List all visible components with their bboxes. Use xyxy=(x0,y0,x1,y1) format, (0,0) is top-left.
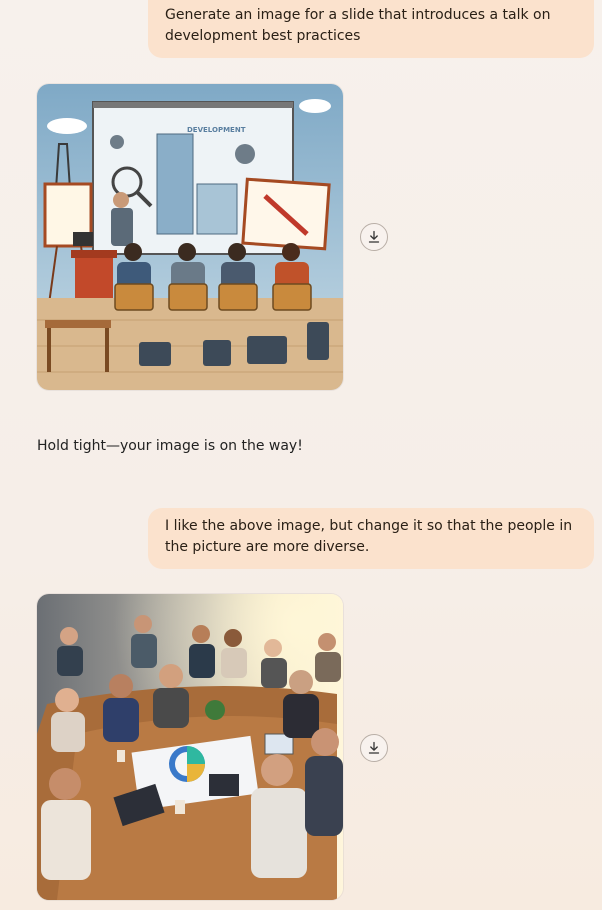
download-icon xyxy=(368,230,380,243)
download-button-image-2[interactable] xyxy=(360,734,388,762)
slide-title-text: DEVELOPMENT xyxy=(187,126,246,134)
classroom-illustration: DEVELOPMENT xyxy=(37,84,343,390)
user-message-2: I like the above image, but change it so… xyxy=(148,508,594,569)
user-message-1: Generate an image for a slide that intro… xyxy=(148,0,594,58)
download-button-image-1[interactable] xyxy=(360,223,388,251)
user-message-2-text: I like the above image, but change it so… xyxy=(165,518,573,555)
generated-image-diverse-meeting[interactable] xyxy=(37,594,343,900)
download-icon xyxy=(368,741,380,754)
meeting-photo xyxy=(37,594,343,900)
assistant-status-message: Hold tight—your image is on the way! xyxy=(37,438,303,454)
user-message-1-text: Generate an image for a slide that intro… xyxy=(165,7,551,44)
generated-image-classroom[interactable]: DEVELOPMENT xyxy=(37,84,343,390)
